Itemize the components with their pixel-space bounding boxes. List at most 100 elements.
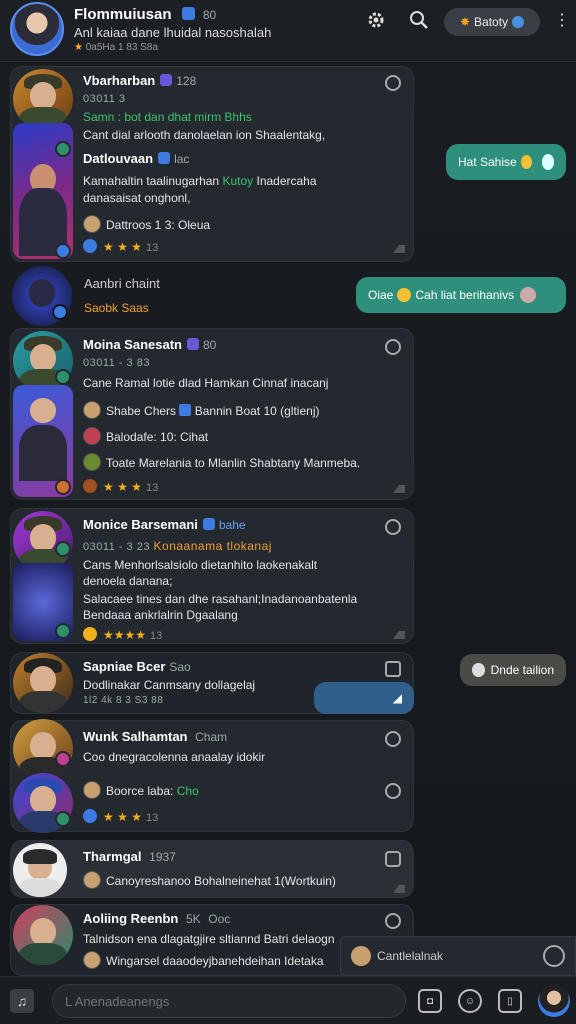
sender-name[interactable]: Tharmgal 1937 — [83, 849, 176, 864]
user-icon — [83, 427, 101, 445]
clock-icon[interactable] — [543, 945, 565, 967]
status-badge-icon — [55, 369, 71, 385]
sender-name[interactable]: Aanbri chaint — [84, 276, 160, 291]
sender-count: 1937 — [149, 850, 176, 864]
emoji-icon — [83, 627, 97, 641]
options-icon[interactable] — [385, 851, 401, 867]
info-icon — [83, 809, 97, 823]
avatar-face — [28, 279, 56, 307]
sticker-icon[interactable]: ◘ — [418, 989, 442, 1013]
avatar[interactable] — [13, 69, 73, 129]
avatar-body — [19, 943, 67, 965]
reaction-row[interactable]: Toate Marelania to Mlanlin Shabtany Manm… — [83, 453, 360, 472]
message-text: Talnidson ena dlagatgjire sltiannd Batri… — [83, 932, 335, 946]
info-icon — [83, 239, 97, 253]
attach-file-icon[interactable]: ▯ — [498, 989, 522, 1013]
sender-name-text: Vbarharban — [83, 73, 156, 88]
message-text: Dodlinakar Canmsany dollagelaj — [83, 678, 256, 692]
verified-badge-icon — [186, 338, 199, 350]
read-check-icon — [541, 154, 554, 170]
avatar[interactable] — [13, 905, 73, 965]
notification-toast[interactable]: Cantlelalnak — [340, 936, 576, 976]
message-text-highlight: Kutoy — [222, 174, 254, 188]
channel-title: Flommuiusan 80 — [74, 6, 216, 23]
avatar[interactable] — [13, 719, 73, 779]
message-card[interactable]: Wunk Salhamtan Cham Coo dnegracolenna an… — [10, 719, 414, 833]
avatar-hat — [22, 849, 58, 864]
sender-name[interactable]: Aoliing Reenbn 5K Ooc — [83, 911, 230, 926]
reaction-row[interactable]: Shabe Chers Bannin Boat 10 (gltienj) — [83, 401, 319, 420]
sender-count: 128 — [176, 74, 197, 88]
user-icon — [83, 401, 101, 419]
message-card[interactable]: Moina Sanesatn 80 03011 - 3 83 Cane Ramal… — [10, 328, 414, 500]
message-text: denoela danana; — [83, 574, 173, 588]
message-text: Canoyreshanoo Bohalneinehat 1(Wortkuin) — [106, 874, 336, 888]
reaction-row[interactable]: Boorce laba: Cho — [83, 781, 199, 800]
message-text: Cant dial arlooth danolaelan ion Shaalen… — [83, 128, 326, 142]
reply-sender-tag: lac — [174, 152, 190, 166]
options-icon[interactable] — [385, 75, 401, 91]
resize-corner-icon — [393, 885, 405, 893]
channel-meta-text: 0a5Ha 1 83 S8a — [85, 42, 159, 53]
sender-name-text: Tharmgal — [83, 849, 142, 864]
message-card[interactable]: Tharmgal 1937 Canoyreshanoo Bohalneineha… — [10, 840, 414, 898]
reaction-row[interactable]: Balodafe: 10: Cihat — [83, 427, 208, 446]
member-count: 80 — [202, 8, 217, 22]
boost-button[interactable]: ✸ Batoty — [444, 8, 540, 36]
options-icon[interactable] — [385, 519, 401, 535]
user-avatar[interactable] — [538, 985, 570, 1017]
star-icon: ★ — [74, 42, 83, 53]
channel-avatar[interactable] — [10, 2, 64, 56]
message-card[interactable]: Vbarharban 128 03011 3 Samn : bot dan dha… — [10, 66, 414, 262]
sender-count: Sao — [169, 660, 191, 674]
search-icon[interactable] — [407, 8, 431, 32]
boost-button-label: Batoty — [474, 15, 509, 29]
message-input[interactable] — [52, 984, 406, 1018]
sender-name-text: Sapniae Bcer — [83, 659, 166, 674]
sender-tag: bahe — [218, 518, 246, 532]
sender-name[interactable]: Sapniae Bcer Sao — [83, 659, 191, 674]
rating: ★★★★ 13 — [83, 627, 162, 642]
sender-name[interactable]: Moina Sanesatn 80 — [83, 337, 216, 352]
sender-name-text: Aoliing Reenbn — [83, 911, 179, 926]
avatar[interactable] — [13, 653, 73, 713]
sender-name[interactable]: Monice Barsemani bahe — [83, 517, 246, 532]
chat-header: Flommuiusan 80 Anl kaiaa dane lhuidal na… — [0, 0, 576, 62]
more-options-icon[interactable]: ⋮ — [552, 8, 572, 32]
settings-gear-icon[interactable] — [364, 8, 388, 32]
rating: ★ ★ ★ 13 — [83, 809, 158, 824]
status-badge-icon — [55, 479, 71, 495]
message-text-part: Inadercaha — [256, 174, 317, 188]
reply-sender-name[interactable]: Datlouvaan lac — [83, 151, 189, 166]
options-icon[interactable] — [385, 661, 401, 677]
message-card[interactable]: Monice Barsemani bahe 03011 - 3 23 Konaan… — [10, 508, 414, 644]
sender-name[interactable]: Vbarharban 128 — [83, 73, 196, 88]
channel-name: Flommuiusan — [74, 6, 172, 23]
options-icon[interactable] — [385, 731, 401, 747]
rating-count: 13 — [145, 482, 159, 494]
music-note-icon[interactable]: ♫ — [10, 989, 34, 1013]
options-icon[interactable] — [385, 339, 401, 355]
rating-count: 13 — [145, 242, 159, 254]
avatar[interactable] — [13, 843, 67, 897]
message-text: Salacaee tines dan dhe rasahanl;Inadanoa… — [83, 592, 358, 606]
outgoing-bubble[interactable]: Dnde tailion — [460, 654, 566, 686]
user-icon — [83, 453, 101, 471]
emoji-picker-icon[interactable]: ☺ — [458, 989, 482, 1013]
sender-name-text: Moina Sanesatn — [83, 337, 182, 352]
outgoing-bubble[interactable]: Oiae Cah liat berihanivs — [356, 277, 566, 313]
verified-badge-icon — [202, 518, 215, 530]
options-icon[interactable] — [385, 783, 401, 799]
avatar-face — [29, 524, 57, 552]
status-badge-icon — [52, 304, 68, 320]
status-badge-icon — [55, 541, 71, 557]
message-text: danasaisat onghonl, — [83, 191, 191, 205]
resize-corner-icon — [393, 245, 405, 253]
resize-corner-icon — [393, 631, 405, 639]
outgoing-bubble[interactable]: Hat Sahise — [446, 144, 566, 180]
sender-name[interactable]: Wunk Salhamtan Cham — [83, 729, 227, 744]
options-icon[interactable] — [385, 913, 401, 929]
avatar-face — [29, 666, 57, 694]
outgoing-bubble[interactable]: ◢ — [314, 682, 414, 714]
reaction-row[interactable]: Dattroos 1 3: Oleua — [83, 215, 210, 234]
